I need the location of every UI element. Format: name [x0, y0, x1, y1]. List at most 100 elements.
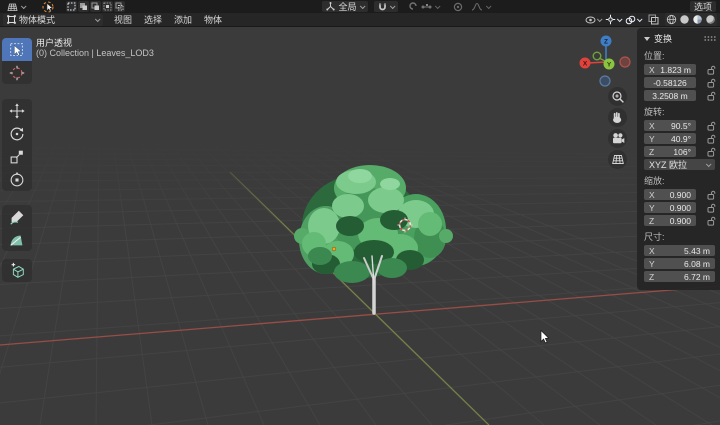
dimensions-y-field[interactable]: Y 6.08 m: [644, 258, 715, 269]
active-tool-indicator[interactable]: [38, 0, 59, 13]
axis-label: X: [649, 64, 655, 75]
viewport-header: 物体模式 视图 选择 添加 物体: [0, 13, 720, 27]
rotate-icon: [10, 127, 24, 140]
zoom-view-button[interactable]: [608, 87, 627, 106]
gizmo-axis-neg-x[interactable]: [619, 56, 631, 68]
select-mode-intersect-button[interactable]: [114, 1, 125, 12]
snap-midpoint-icon: [421, 3, 432, 11]
dimensions-z-field[interactable]: Z 6.72 m: [644, 271, 715, 282]
lock-open-icon[interactable]: [707, 147, 716, 157]
gizmo-axis-neg-z[interactable]: [599, 75, 611, 87]
lock-open-icon[interactable]: [707, 203, 716, 213]
gizmo-axis-neg-y[interactable]: [592, 51, 602, 61]
editor-type-dropdown[interactable]: [3, 1, 29, 12]
viewport-editor-icon: [7, 2, 18, 12]
shading-wireframe-button[interactable]: [665, 13, 678, 26]
menu-object[interactable]: 物体: [198, 14, 228, 26]
lock-open-icon[interactable]: [707, 190, 716, 200]
lock-open-icon[interactable]: [707, 91, 716, 101]
lock-open-icon[interactable]: [707, 134, 716, 144]
panel-grip-icon[interactable]: [704, 36, 716, 41]
tool-scale-button[interactable]: [2, 145, 32, 168]
gizmo-axis-y[interactable]: Y: [603, 58, 615, 70]
perspective-ortho-button[interactable]: [608, 150, 627, 169]
proportional-falloff-dropdown[interactable]: [467, 1, 494, 12]
tool-rotate-button[interactable]: [2, 122, 32, 145]
lock-open-icon[interactable]: [707, 121, 716, 131]
mode-label: 物体模式: [19, 15, 56, 25]
gizmos-dropdown[interactable]: [604, 13, 623, 26]
pan-view-button[interactable]: [608, 108, 627, 127]
dimensions-x-field[interactable]: X 5.43 m: [644, 245, 715, 256]
chevron-down-icon: [359, 2, 366, 9]
menu-select[interactable]: 选择: [138, 14, 168, 26]
active-object-breadcrumb: (0) Collection | Leaves_LOD3: [36, 48, 154, 58]
location-x-field[interactable]: X 1.823 m: [644, 64, 696, 75]
axis-label: Z: [649, 215, 655, 226]
toolbar-group-add: [2, 259, 32, 282]
scale-y-field[interactable]: Y 0.900: [644, 202, 696, 213]
scale-x-field[interactable]: X 0.900: [644, 189, 696, 200]
gizmo-axis-z[interactable]: Z: [600, 35, 612, 47]
rotation-z-field[interactable]: Z 106°: [644, 146, 696, 157]
tool-cursor-button[interactable]: [2, 61, 32, 84]
tool-settings-bar: 全局 选项: [0, 0, 720, 13]
scale-z-field[interactable]: Z 0.900: [644, 215, 696, 226]
shading-solid-button[interactable]: [678, 13, 691, 26]
tool-measure-button[interactable]: [2, 228, 32, 251]
transform-orientation-dropdown[interactable]: 全局: [322, 1, 368, 12]
rotation-label: 旋转:: [644, 107, 665, 117]
tool-move-button[interactable]: [2, 99, 32, 122]
snap-with-dropdown[interactable]: [404, 1, 443, 12]
tool-transform-button[interactable]: [2, 168, 32, 191]
navigation-gizmo[interactable]: Z X Y: [576, 32, 640, 96]
menu-add[interactable]: 添加: [168, 14, 198, 26]
location-label: 位置:: [644, 51, 665, 61]
select-cursor-icon: [42, 0, 55, 13]
select-intersect-icon: [115, 2, 124, 11]
lock-open-icon[interactable]: [707, 216, 716, 226]
shading-material-button[interactable]: [691, 13, 704, 26]
options-button[interactable]: 选项: [689, 1, 716, 12]
add-cube-icon: [11, 262, 24, 278]
select-mode-extend-button[interactable]: [78, 1, 89, 12]
snap-increment-icon: [408, 1, 418, 12]
annotate-pencil-icon: [10, 210, 24, 225]
location-z-field[interactable]: 3.2508 m: [644, 90, 696, 101]
transform-panel-header[interactable]: 变换: [644, 32, 716, 45]
snap-toggle-button[interactable]: [373, 1, 398, 12]
tool-add-cube-button[interactable]: [2, 259, 32, 282]
lock-open-icon[interactable]: [707, 78, 716, 88]
tree-object[interactable]: [290, 160, 460, 320]
menu-view[interactable]: 视图: [108, 14, 138, 26]
dimensions-y-row: Y 6.08 m: [644, 258, 716, 269]
rotation-x-value: 90.5°: [671, 120, 691, 131]
dimensions-label: 尺寸:: [644, 232, 665, 242]
shading-rendered-button[interactable]: [704, 13, 717, 26]
scale-icon: [10, 150, 23, 163]
lock-open-icon[interactable]: [707, 65, 716, 75]
proportional-editing-button[interactable]: [449, 1, 467, 12]
select-mode-set-button[interactable]: [66, 1, 77, 12]
show-object-types-dropdown[interactable]: [584, 13, 603, 26]
location-y-row: -0.58126: [644, 77, 716, 88]
xray-toggle-button[interactable]: [647, 13, 660, 26]
transform-panel-title: 变换: [654, 34, 673, 44]
select-mode-subtract-button[interactable]: [90, 1, 101, 12]
tool-annotate-button[interactable]: [2, 205, 32, 228]
gizmo-axis-x[interactable]: X: [579, 57, 591, 69]
viewport-canvas[interactable]: 用户透视 (0) Collection | Leaves_LOD3 Z X Y …: [0, 27, 720, 425]
gizmo-y-label: Y: [607, 62, 612, 69]
mode-dropdown[interactable]: 物体模式: [3, 13, 103, 26]
camera-view-button[interactable]: [608, 129, 627, 148]
rotation-y-field[interactable]: Y 40.9°: [644, 133, 696, 144]
overlays-dropdown[interactable]: [624, 13, 643, 26]
location-y-field[interactable]: -0.58126: [644, 77, 696, 88]
select-mode-invert-button[interactable]: [102, 1, 113, 12]
rotation-x-field[interactable]: X 90.5°: [644, 120, 696, 131]
rotation-z-value: 106°: [673, 146, 691, 157]
select-subtract-icon: [91, 2, 99, 10]
tool-select-box-button[interactable]: [2, 38, 32, 61]
axis-label: Y: [649, 202, 655, 213]
rotation-mode-dropdown[interactable]: XYZ 欧拉: [644, 159, 715, 170]
